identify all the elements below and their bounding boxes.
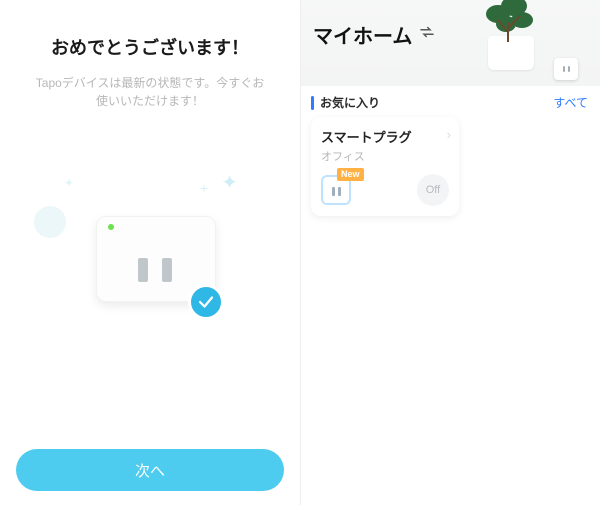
device-location: オフィス bbox=[321, 148, 449, 164]
swap-icon bbox=[418, 23, 436, 46]
deco-circle bbox=[34, 206, 66, 238]
sparkle-icon: ✦ bbox=[64, 176, 74, 190]
congrats-body: Tapoデバイスは最新の状態です。今すぐお使いいただけます！ bbox=[24, 74, 276, 110]
congrats-title: おめでとうございます！ bbox=[51, 34, 249, 60]
new-badge: New bbox=[337, 168, 364, 181]
sparkle-icon: + bbox=[200, 180, 208, 196]
hero-image: マイホーム bbox=[301, 0, 600, 86]
accent-bar bbox=[311, 96, 314, 110]
plug-icon bbox=[554, 58, 578, 80]
device-name: スマートプラグ bbox=[321, 127, 449, 146]
see-all-link[interactable]: すべて bbox=[553, 94, 588, 111]
favorites-label: お気に入り bbox=[320, 94, 380, 111]
next-button[interactable]: 次へ bbox=[16, 449, 284, 491]
plant-icon bbox=[478, 0, 538, 51]
home-title-row[interactable]: マイホーム bbox=[313, 20, 436, 49]
power-toggle-button[interactable]: Off bbox=[417, 174, 449, 206]
home-title: マイホーム bbox=[313, 20, 412, 49]
device-card[interactable]: › スマートプラグ オフィス New Off bbox=[311, 117, 459, 216]
favorites-section-header: お気に入り すべて bbox=[301, 86, 600, 117]
sparkle-icon: ✦ bbox=[221, 170, 238, 195]
plug-illustration: ✦ + ✦ bbox=[24, 176, 276, 336]
home-screen: マイホーム お気に入り すべて › スマートプラグ オフィス New Off bbox=[300, 0, 600, 505]
check-icon bbox=[188, 284, 224, 320]
setup-complete-screen: おめでとうございます！ Tapoデバイスは最新の状態です。今すぐお使いいただけま… bbox=[0, 0, 300, 505]
chevron-right-icon: › bbox=[447, 127, 451, 142]
